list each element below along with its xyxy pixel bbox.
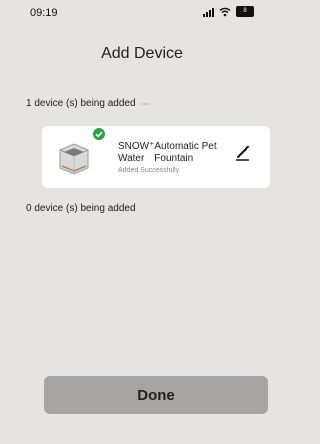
device-status: Added Successfully [118, 167, 180, 174]
added-devices-label: 1 device (s) being added [26, 98, 149, 109]
status-bar: 09:19 8 [0, 0, 284, 24]
wifi-icon [219, 7, 231, 17]
success-check-icon [93, 127, 105, 140]
edit-pencil-icon[interactable] [232, 142, 254, 164]
battery-icon: 8 [236, 6, 254, 17]
page-title: Add Device [101, 45, 183, 62]
done-button[interactable]: Done [44, 376, 268, 414]
status-icons: 8 [203, 6, 254, 17]
device-name: SNOW⁺Automatic Pet Water Fountain [118, 141, 217, 164]
pending-devices-label: 0 device (s) being added [26, 203, 136, 214]
cellular-signal-icon [203, 7, 214, 17]
pet-water-fountain-icon [54, 138, 94, 178]
status-time: 09:19 [30, 7, 58, 19]
device-card[interactable]: SNOW⁺Automatic Pet Water Fountain Added … [42, 126, 270, 188]
added-count-text: 1 device (s) being added [26, 98, 136, 109]
loading-spinner-icon [140, 102, 149, 105]
